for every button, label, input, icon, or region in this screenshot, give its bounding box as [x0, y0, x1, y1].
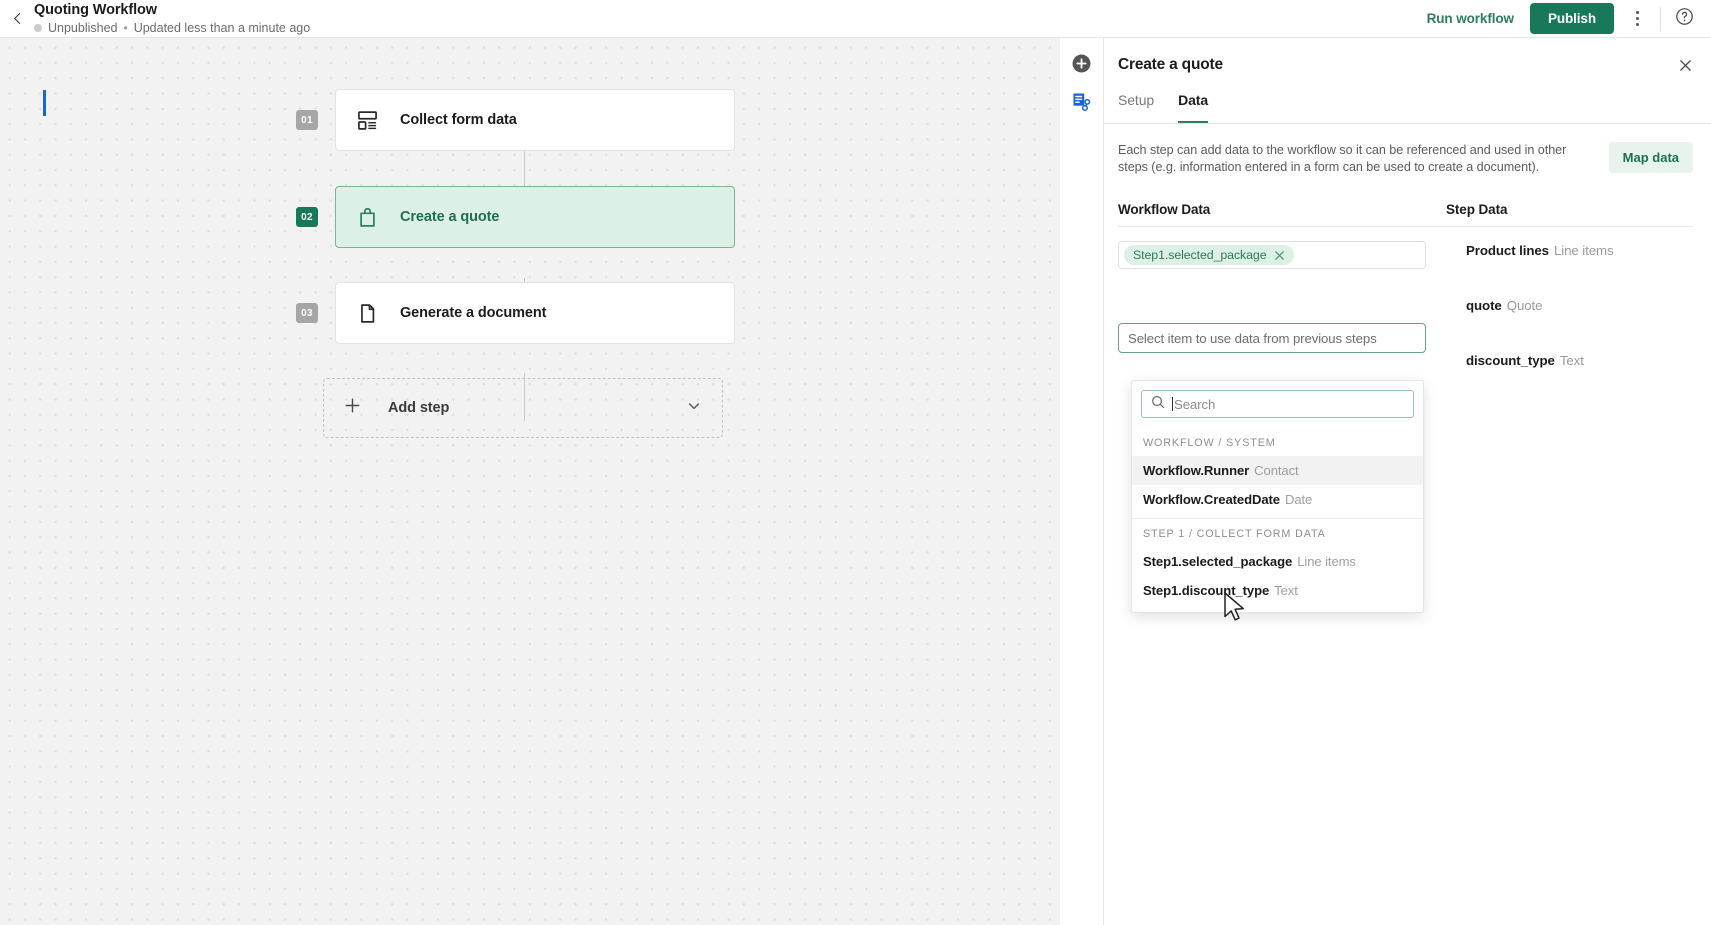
- step-card-generate-a-document[interactable]: Generate a document: [335, 282, 735, 344]
- help-button[interactable]: [1667, 0, 1701, 38]
- step-data-name: quote: [1466, 298, 1502, 313]
- dropdown-item-workflow-runner[interactable]: Workflow.Runner Contact: [1132, 456, 1423, 485]
- divider: [1660, 7, 1661, 31]
- columns-header: Workflow Data Step Data: [1118, 202, 1693, 227]
- separator: •: [124, 20, 128, 36]
- status-badge: Unpublished: [48, 20, 118, 36]
- workflow-step-1[interactable]: 01 Collect form data: [296, 89, 735, 151]
- panel-body: Each step can add data to the workflow s…: [1104, 124, 1711, 368]
- panel-title: Create a quote: [1118, 56, 1223, 74]
- step-card-create-a-quote[interactable]: Create a quote: [335, 186, 735, 248]
- step-number-badge: 02: [296, 207, 318, 227]
- side-rail: [1060, 38, 1104, 925]
- panel-tabs: Setup Data: [1104, 92, 1711, 124]
- workflow-data-chip-input[interactable]: Step1.selected_package: [1118, 241, 1426, 269]
- step-data-name: discount_type: [1466, 353, 1555, 368]
- rail-active-indicator: [43, 90, 46, 116]
- chip-remove-icon[interactable]: [1274, 250, 1285, 261]
- dropdown-item-step1-discount-type[interactable]: Step1.discount_type Text: [1132, 576, 1423, 605]
- step-data-type: Text: [1560, 353, 1584, 368]
- form-layout-icon: [356, 109, 378, 131]
- panel-description: Each step can add data to the workflow s…: [1118, 142, 1583, 175]
- kebab-menu-icon: [1636, 11, 1639, 14]
- dropdown-item-type: Date: [1285, 492, 1312, 507]
- dropdown-item-type: Text: [1274, 583, 1298, 598]
- step-label: Create a quote: [400, 209, 499, 225]
- chevron-left-icon: [11, 12, 24, 25]
- step-label: Generate a document: [400, 305, 546, 321]
- data-chip[interactable]: Step1.selected_package: [1124, 245, 1294, 265]
- chevron-down-icon[interactable]: [686, 398, 702, 419]
- plus-icon: [344, 397, 366, 420]
- add-step-label: Add step: [388, 400, 449, 416]
- dropdown-search-wrap: Search: [1132, 390, 1423, 428]
- step-number-badge: 01: [296, 110, 318, 130]
- dropdown-group-label: WORKFLOW / SYSTEM: [1132, 428, 1423, 456]
- workflow-status-line: Unpublished • Updated less than a minute…: [34, 20, 310, 36]
- step-number-badge: 03: [296, 303, 318, 323]
- add-node-icon[interactable]: [1071, 52, 1093, 74]
- data-source-dropdown[interactable]: Search WORKFLOW / SYSTEM Workflow.Runner…: [1131, 380, 1424, 613]
- back-button[interactable]: [0, 0, 34, 38]
- step-data-header: Step Data: [1446, 202, 1507, 217]
- tab-data[interactable]: Data: [1178, 92, 1208, 123]
- help-circle-icon: [1675, 7, 1694, 31]
- add-step-button[interactable]: Add step: [323, 378, 723, 438]
- top-bar-actions: Run workflow Publish: [1411, 0, 1711, 38]
- dropdown-item-name: Step1.discount_type: [1143, 583, 1269, 598]
- step-card-collect-form-data[interactable]: Collect form data: [335, 89, 735, 151]
- tab-setup[interactable]: Setup: [1118, 92, 1154, 123]
- workflow-data-icon[interactable]: [1071, 90, 1093, 112]
- top-bar: Quoting Workflow Unpublished • Updated l…: [0, 0, 1711, 38]
- step-data-item: Product lines Line items: [1466, 243, 1614, 258]
- search-input[interactable]: Search: [1141, 390, 1414, 418]
- status-dot-icon: [34, 24, 42, 32]
- run-workflow-button[interactable]: Run workflow: [1411, 11, 1530, 26]
- dropdown-item-type: Contact: [1254, 463, 1298, 478]
- page-title: Quoting Workflow: [34, 2, 310, 19]
- more-options-button[interactable]: [1620, 0, 1654, 38]
- select-previous-step-data-input[interactable]: Select item to use data from previous st…: [1118, 323, 1426, 353]
- text-caret: [1172, 397, 1173, 411]
- dropdown-item-name: Step1.selected_package: [1143, 554, 1292, 569]
- step-data-item: discount_type Text: [1466, 353, 1614, 368]
- workflow-step-2[interactable]: 02 Create a quote: [296, 186, 735, 248]
- workflow-title-block: Quoting Workflow Unpublished • Updated l…: [34, 2, 310, 36]
- updated-timestamp: Updated less than a minute ago: [134, 20, 311, 36]
- workflow-data-column: Step1.selected_package Select item to us…: [1118, 241, 1446, 368]
- step-label: Collect form data: [400, 112, 517, 128]
- workflow-data-header: Workflow Data: [1118, 202, 1446, 217]
- step-data-type: Quote: [1507, 298, 1543, 313]
- step-data-column: Product lines Line items quote Quote disco…: [1466, 241, 1614, 368]
- chip-label: Step1.selected_package: [1133, 248, 1267, 262]
- panel-header: Create a quote: [1104, 38, 1711, 92]
- dropdown-item-type: Line items: [1297, 554, 1356, 569]
- step-data-name: Product lines: [1466, 243, 1549, 258]
- select-placeholder: Select item to use data from previous st…: [1128, 331, 1377, 346]
- step-data-item: quote Quote: [1466, 298, 1614, 313]
- document-icon: [356, 302, 378, 324]
- workflow-canvas[interactable]: 01 Collect form data 02: [0, 38, 1060, 925]
- dropdown-item-name: Workflow.CreatedDate: [1143, 492, 1280, 507]
- clipboard-bag-icon: [356, 206, 378, 228]
- description-row: Each step can add data to the workflow s…: [1118, 142, 1693, 175]
- publish-button[interactable]: Publish: [1530, 3, 1614, 34]
- dropdown-item-step1-selected-package[interactable]: Step1.selected_package Line items: [1132, 547, 1423, 576]
- search-placeholder: Search: [1174, 397, 1215, 412]
- close-button[interactable]: [1678, 58, 1693, 73]
- dropdown-item-workflow-createddate[interactable]: Workflow.CreatedDate Date: [1132, 485, 1423, 514]
- search-icon: [1151, 395, 1165, 414]
- dropdown-item-name: Workflow.Runner: [1143, 463, 1249, 478]
- workflow-step-3[interactable]: 03 Generate a document: [296, 282, 735, 344]
- dropdown-group-label: STEP 1 / COLLECT FORM DATA: [1132, 519, 1423, 547]
- step-data-type: Line items: [1554, 243, 1614, 258]
- map-data-button[interactable]: Map data: [1609, 142, 1693, 173]
- search-input-text: Search: [1172, 397, 1215, 412]
- columns-body: Step1.selected_package Select item to us…: [1118, 241, 1693, 368]
